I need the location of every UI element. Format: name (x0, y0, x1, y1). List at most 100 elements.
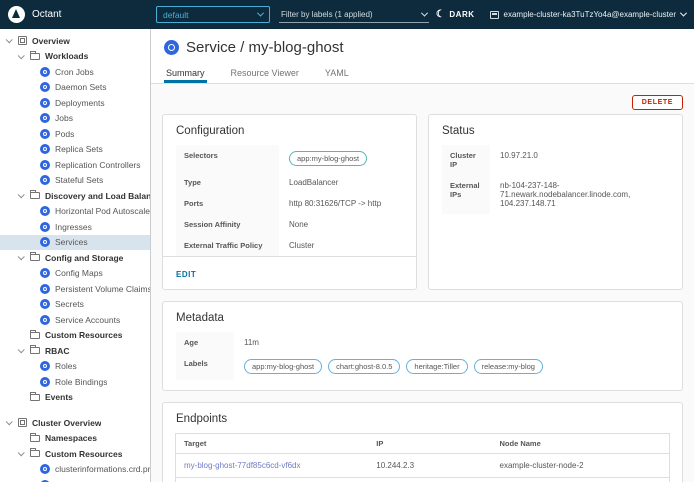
config-row-type: Type LoadBalancer (176, 172, 403, 193)
chevron-down-icon[interactable] (17, 255, 30, 260)
sidebar-item-persistent-volume-claims[interactable]: Persistent Volume Claims (0, 281, 150, 297)
sidebar-item-workloads[interactable]: Workloads (0, 49, 150, 65)
sidebar-item-secrets[interactable]: Secrets (0, 297, 150, 313)
chevron-down-icon[interactable] (17, 451, 30, 456)
jobs-icon (40, 113, 50, 123)
sidebar-item-custom-resources[interactable]: Custom Resources (0, 328, 150, 344)
app-header: Octant default ☾ DARK example-cluster-ka… (0, 0, 694, 29)
moon-icon: ☾ (436, 10, 445, 20)
sidebar-item-cron-jobs[interactable]: Cron Jobs (0, 64, 150, 80)
folder-icon (30, 435, 40, 442)
replication-controllers-icon (40, 160, 50, 170)
pods-icon (40, 129, 50, 139)
sidebar-item-namespaces[interactable]: Namespaces (0, 431, 150, 447)
sidebar-nav: Overview Workloads Cron Jobs Daemon Sets… (0, 29, 151, 482)
label-chip[interactable]: app:my-blog-ghost (244, 359, 322, 374)
label-chip[interactable]: heritage:Tiller (406, 359, 467, 374)
tab-yaml[interactable]: YAML (323, 65, 351, 83)
sidebar-item-clusterinformations[interactable]: clusterinformations.crd.projec (0, 462, 150, 478)
crd-icon (40, 464, 50, 474)
label-filter-input[interactable] (281, 10, 409, 19)
main-area: Service / my-blog-ghost Summary Resource… (151, 29, 694, 482)
sidebar-item-overview[interactable]: Overview (0, 33, 150, 49)
chevron-down-icon[interactable] (17, 193, 30, 198)
sidebar-item-cluster-overview[interactable]: Cluster Overview (0, 415, 150, 431)
selector-chip[interactable]: app:my-blog-ghost (289, 151, 367, 166)
sidebar-item-ingresses[interactable]: Ingresses (0, 219, 150, 235)
config-row-external-traffic-policy: External Traffic Policy Cluster (176, 235, 403, 256)
sidebar-item-events[interactable]: Events (0, 390, 150, 406)
config-row-ports: Ports http 80:31626/TCP -> http (176, 193, 403, 214)
sidebar-item-daemon-sets[interactable]: Daemon Sets (0, 80, 150, 96)
config-maps-icon (40, 268, 50, 278)
tab-summary[interactable]: Summary (164, 65, 207, 83)
cluster-context-menu[interactable]: example-cluster-ka3TuTzYo4a@example-clus… (490, 10, 687, 19)
cluster-overview-icon (18, 418, 27, 427)
daemon-sets-icon (40, 82, 50, 92)
deployments-icon (40, 98, 50, 108)
endpoint-target-link[interactable]: my-blog-ghost-77df85c6cd-vf6dx (184, 461, 301, 470)
folder-icon (30, 254, 40, 261)
chevron-down-icon (680, 10, 687, 17)
sidebar-item-services[interactable]: Services (0, 235, 150, 251)
sidebar-item-cluster-custom-resources[interactable]: Custom Resources (0, 446, 150, 462)
endpoints-pagination: Items per page 10 1 - 1 of 1 items (176, 478, 669, 482)
cluster-context-label: example-cluster-ka3TuTzYo4a@example-clus… (504, 10, 677, 19)
sidebar-item-rbac[interactable]: RBAC (0, 343, 150, 359)
folder-icon (30, 450, 40, 457)
delete-button[interactable]: DELETE (632, 95, 683, 110)
cluster-icon (490, 11, 499, 19)
chevron-down-icon[interactable] (17, 54, 30, 59)
stateful-sets-icon (40, 175, 50, 185)
sidebar-item-deployments[interactable]: Deployments (0, 95, 150, 111)
sidebar-item-replica-sets[interactable]: Replica Sets (0, 142, 150, 158)
endpoints-table-row: my-blog-ghost-77df85c6cd-vf6dx 10.244.2.… (176, 454, 669, 478)
namespace-select[interactable]: default (156, 6, 270, 23)
sidebar-item-horizontal-pod-autoscalers[interactable]: Horizontal Pod Autoscalers (0, 204, 150, 220)
hpa-icon (40, 206, 50, 216)
octant-logo-icon (8, 6, 25, 23)
edit-link[interactable]: EDIT (176, 270, 196, 279)
sidebar-item-stateful-sets[interactable]: Stateful Sets (0, 173, 150, 189)
configuration-card: Configuration Selectors app:my-blog-ghos… (162, 114, 417, 290)
app-title: Octant (32, 9, 61, 20)
chevron-down-icon[interactable] (5, 38, 18, 43)
metadata-row-labels: Labels app:my-blog-ghost chart:ghost-8.0… (176, 353, 669, 380)
services-icon (40, 237, 50, 247)
sidebar-item-pods[interactable]: Pods (0, 126, 150, 142)
config-row-session-affinity: Session Affinity None (176, 214, 403, 235)
tab-resource-viewer[interactable]: Resource Viewer (229, 65, 301, 83)
tab-bar: Summary Resource Viewer YAML (151, 65, 694, 84)
octant-app: Octant default ☾ DARK example-cluster-ka… (0, 0, 694, 482)
status-row-cluster-ip: Cluster IP 10.97.21.0 (442, 145, 669, 175)
sidebar-item-jobs[interactable]: Jobs (0, 111, 150, 127)
chevron-down-icon[interactable] (5, 420, 18, 425)
sidebar-item-replication-controllers[interactable]: Replication Controllers (0, 157, 150, 173)
sidebar-item-config-and-storage[interactable]: Config and Storage (0, 250, 150, 266)
sidebar-item-csidrivers[interactable]: csidrivers.csi.storage.k8s.io (0, 477, 150, 482)
header-right: ☾ DARK example-cluster-ka3TuTzYo4a@examp… (436, 10, 686, 20)
sidebar-item-roles[interactable]: Roles (0, 359, 150, 375)
folder-icon (30, 347, 40, 354)
page-title: Service / my-blog-ghost (186, 39, 344, 56)
label-filter (279, 6, 429, 23)
sidebar-item-service-accounts[interactable]: Service Accounts (0, 312, 150, 328)
chevron-down-icon (257, 10, 264, 17)
theme-label: DARK (449, 10, 474, 19)
metadata-title: Metadata (163, 302, 682, 332)
label-chip[interactable]: release:my-blog (474, 359, 543, 374)
sidebar-item-role-bindings[interactable]: Role Bindings (0, 374, 150, 390)
logo-area: Octant (8, 6, 156, 23)
summary-content: DELETE Configuration Selectors app:my-bl… (151, 84, 694, 482)
folder-icon (30, 394, 40, 401)
endpoints-table: Target IP Node Name my-blog-ghost-77df85… (175, 433, 670, 482)
sidebar-item-discovery-load-balancing[interactable]: Discovery and Load Balancing (0, 188, 150, 204)
theme-toggle[interactable]: ☾ DARK (436, 10, 475, 20)
sidebar-item-config-maps[interactable]: Config Maps (0, 266, 150, 282)
folder-icon (30, 192, 40, 199)
chevron-down-icon[interactable] (17, 348, 30, 353)
chevron-down-icon[interactable] (421, 9, 428, 16)
label-chip[interactable]: chart:ghost-8.0.5 (328, 359, 400, 374)
endpoints-card: Endpoints Target IP Node Name my-blog-gh… (162, 402, 683, 482)
metadata-card: Metadata Age 11m Labels app:my-blog-ghos… (162, 301, 683, 391)
